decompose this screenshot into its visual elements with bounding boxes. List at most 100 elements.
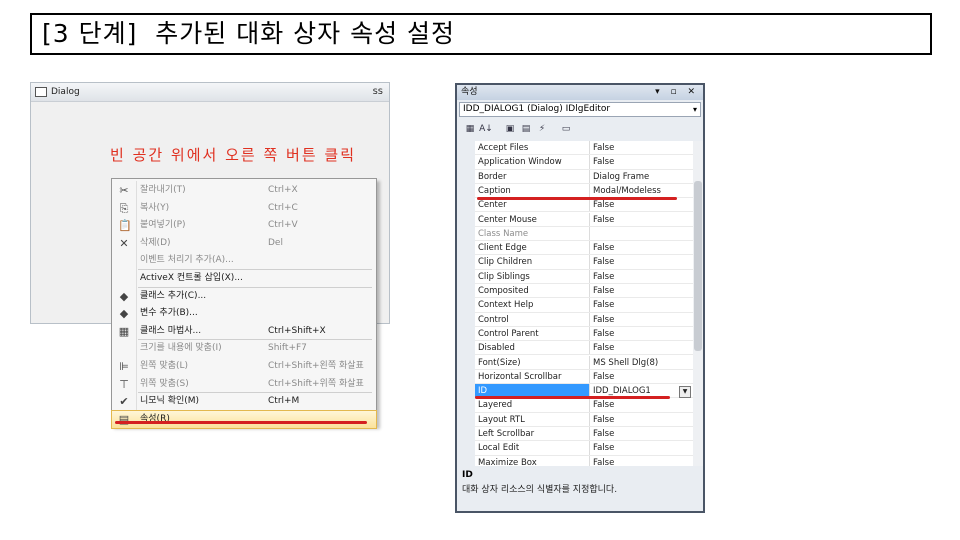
menu-item[interactable]: ActiveX 컨트롤 삽입(X)... bbox=[112, 270, 376, 287]
class-wizard-icon: ▦ bbox=[118, 324, 130, 338]
property-value[interactable]: MS Shell Dlg(8) bbox=[593, 356, 658, 370]
panel-window-buttons[interactable]: ▾ ▫ ✕ bbox=[655, 85, 699, 100]
property-name: Left Scrollbar bbox=[478, 429, 535, 439]
dialog-window-icon bbox=[35, 86, 47, 97]
properties-title: 속성 bbox=[461, 87, 478, 97]
events-icon[interactable]: ▤ bbox=[519, 122, 533, 136]
property-value[interactable]: False bbox=[593, 370, 614, 384]
property-value[interactable]: False bbox=[593, 198, 614, 212]
menu-item-shortcut: Shift+F7 bbox=[268, 343, 307, 354]
property-row[interactable]: Composited False bbox=[475, 284, 693, 299]
column-divider bbox=[589, 198, 590, 212]
property-value[interactable]: False bbox=[593, 255, 614, 269]
property-value[interactable]: False bbox=[593, 155, 614, 169]
property-row[interactable]: Class Name bbox=[475, 226, 693, 242]
property-value[interactable]: Dialog Frame bbox=[593, 170, 649, 184]
property-name: Context Help bbox=[478, 300, 534, 311]
property-value[interactable]: False bbox=[593, 241, 614, 255]
menu-item-label: 이벤트 처리기 추가(A)... bbox=[140, 255, 234, 266]
chevron-down-icon[interactable]: ▾ bbox=[693, 103, 697, 116]
column-divider bbox=[589, 427, 590, 441]
menu-item[interactable]: ◆ 클래스 추가(C)... bbox=[112, 288, 376, 305]
align-left-icon: ⊫ bbox=[119, 360, 129, 373]
property-row[interactable]: Layout RTL False bbox=[475, 412, 693, 427]
property-name: Class Name bbox=[478, 228, 529, 239]
property-value[interactable]: False bbox=[593, 341, 614, 355]
property-value[interactable]: False bbox=[593, 213, 614, 227]
menu-item[interactable]: ▤ 속성(R) bbox=[111, 410, 377, 430]
menu-item[interactable]: ⊫ 왼쪽 맞춤(L) Ctrl+Shift+왼쪽 화살표 bbox=[112, 358, 376, 375]
column-divider bbox=[589, 341, 590, 355]
menu-item-label: 클래스 추가(C)... bbox=[140, 290, 207, 301]
property-row[interactable]: Application Window False bbox=[475, 155, 693, 170]
property-row[interactable]: Clip Children False bbox=[475, 255, 693, 270]
description-text: 대화 상자 리소스의 식별자를 지정합니다. bbox=[462, 485, 618, 495]
dialog-title: Dialog bbox=[51, 87, 80, 97]
property-row[interactable]: Layered False bbox=[475, 398, 693, 413]
column-divider bbox=[589, 369, 590, 384]
menu-item-label: 삭제(D) bbox=[140, 237, 171, 248]
property-row[interactable]: Horizontal Scrollbar False bbox=[475, 369, 693, 385]
property-name: Horizontal Scrollbar bbox=[478, 371, 562, 382]
menu-item[interactable]: ✂ 잘라내기(T) Ctrl+X bbox=[112, 182, 376, 199]
menu-item[interactable]: ▦ 클래스 마법사... Ctrl+Shift+X bbox=[112, 323, 376, 340]
property-value[interactable]: Modal/Modeless bbox=[593, 184, 661, 198]
menu-item-label: 변수 추가(B)... bbox=[140, 308, 198, 319]
column-divider bbox=[589, 241, 590, 255]
property-row[interactable]: Font(Size) MS Shell Dlg(8) bbox=[475, 355, 693, 370]
paste-icon: 📋 bbox=[118, 219, 132, 233]
column-divider bbox=[589, 226, 590, 241]
menu-item-label: 왼쪽 맞춤(L) bbox=[140, 361, 189, 371]
property-grid-scrollbar[interactable] bbox=[693, 141, 703, 466]
menu-item-shortcut: Ctrl+V bbox=[268, 220, 298, 231]
lightning-icon[interactable]: ⚡ bbox=[535, 122, 549, 136]
property-row[interactable]: Left Scrollbar False bbox=[475, 427, 693, 442]
property-row[interactable]: Border Dialog Frame bbox=[475, 169, 693, 184]
property-value[interactable]: False bbox=[593, 413, 614, 427]
property-value[interactable]: False bbox=[593, 441, 614, 455]
property-value[interactable]: False bbox=[593, 284, 614, 298]
properties-view-icon[interactable]: ▣ bbox=[503, 122, 517, 136]
property-pages-icon[interactable]: ▭ bbox=[559, 122, 573, 136]
property-value[interactable]: False bbox=[593, 327, 614, 341]
property-row[interactable]: Clip Siblings False bbox=[475, 269, 693, 284]
alphabetical-icon[interactable]: A↓ bbox=[479, 122, 493, 136]
grid-gutter bbox=[459, 141, 475, 466]
property-row[interactable]: Local Edit False bbox=[475, 441, 693, 456]
property-value[interactable]: False bbox=[593, 298, 614, 312]
column-divider bbox=[589, 141, 590, 155]
property-row[interactable]: Disabled False bbox=[475, 341, 693, 356]
dropdown-arrow-icon[interactable]: ▼ bbox=[679, 386, 691, 399]
menu-item[interactable]: ◆ 변수 추가(B)... bbox=[112, 305, 376, 322]
menu-item[interactable]: ⎘ 복사(Y) Ctrl+C bbox=[112, 200, 376, 217]
property-value[interactable]: False bbox=[593, 141, 614, 155]
property-row[interactable]: Client Edge False bbox=[475, 241, 693, 256]
menu-item[interactable]: 📋 붙여넣기(P) Ctrl+V bbox=[112, 217, 376, 234]
property-value[interactable]: False bbox=[593, 427, 614, 441]
property-row[interactable]: Control False bbox=[475, 312, 693, 327]
properties-toolbar: ▦ A↓ ▣ ▤ ⚡ ▭ bbox=[459, 120, 701, 138]
categorized-icon[interactable]: ▦ bbox=[463, 122, 477, 136]
dialog-close-icon[interactable]: ss bbox=[373, 83, 383, 101]
menu-item-label: 클래스 마법사... bbox=[140, 325, 202, 336]
menu-item[interactable]: 이벤트 처리기 추가(A)... bbox=[112, 252, 376, 269]
property-row[interactable]: Control Parent False bbox=[475, 326, 693, 342]
object-selector[interactable]: IDD_DIALOG1 (Dialog) IDlgEditor ▾ bbox=[459, 102, 701, 117]
menu-item[interactable]: ⊤ 위쪽 맞춤(S) Ctrl+Shift+위쪽 화살표 bbox=[112, 376, 376, 393]
column-divider bbox=[589, 284, 590, 298]
property-name: Accept Files bbox=[478, 143, 529, 153]
property-row[interactable]: Accept Files False bbox=[475, 141, 693, 156]
property-value[interactable]: False bbox=[593, 270, 614, 284]
property-row[interactable]: Center False bbox=[475, 198, 693, 213]
scrollbar-thumb[interactable] bbox=[694, 181, 702, 351]
menu-item[interactable]: ✕ 삭제(D) Del bbox=[112, 235, 376, 252]
property-row[interactable]: Maximize Box False bbox=[475, 455, 693, 466]
property-value[interactable]: False bbox=[593, 313, 614, 327]
menu-item-shortcut: Ctrl+C bbox=[268, 202, 298, 213]
property-row[interactable]: Center Mouse False bbox=[475, 212, 693, 227]
property-row[interactable]: Context Help False bbox=[475, 298, 693, 313]
menu-item[interactable]: 크기를 내용에 맞춤(I) Shift+F7 bbox=[112, 340, 376, 357]
property-value[interactable]: False bbox=[593, 398, 614, 412]
menu-item[interactable]: ✔ 니모닉 확인(M) Ctrl+M bbox=[112, 393, 376, 410]
property-value[interactable]: False bbox=[593, 456, 614, 466]
